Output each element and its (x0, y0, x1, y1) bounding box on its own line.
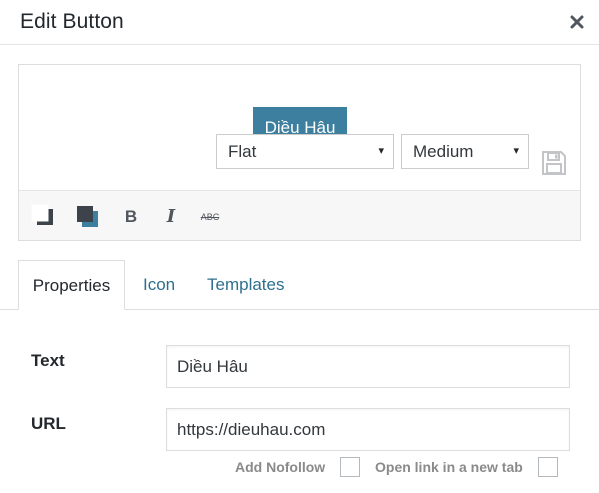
text-field-label: Text (31, 351, 65, 370)
new-tab-checkbox[interactable] (538, 457, 558, 477)
nofollow-checkbox[interactable] (340, 457, 360, 477)
tab-icon[interactable]: Icon (143, 260, 175, 310)
chevron-down-icon: ▾ (378, 145, 384, 157)
url-field-label: URL (31, 414, 66, 433)
style-select-value: Flat (228, 142, 257, 161)
tab-templates[interactable]: Templates (207, 260, 284, 310)
nofollow-label: Add Nofollow (235, 459, 326, 475)
dialog-title: Edit Button (20, 10, 124, 33)
size-select[interactable]: Medium ▾ (401, 134, 529, 169)
bold-button[interactable]: B (122, 204, 140, 230)
text-color-swatch-icon[interactable] (31, 204, 57, 230)
url-input[interactable]: https://dieuhau.com (166, 408, 570, 451)
preview-stage: Diều Hâu (19, 65, 580, 191)
new-tab-label: Open link in a new tab (375, 459, 523, 475)
close-icon[interactable] (565, 10, 589, 34)
chevron-down-icon: ▾ (513, 145, 519, 157)
dialog-header: Edit Button (0, 0, 599, 45)
italic-button[interactable]: I (162, 204, 180, 230)
floppy-disk-icon[interactable] (540, 149, 568, 177)
background-color-swatch-icon[interactable] (74, 204, 100, 230)
format-toolbar: B I ABC (19, 191, 580, 240)
size-select-value: Medium (413, 142, 474, 161)
text-input[interactable]: Diều Hâu (166, 345, 570, 388)
style-select[interactable]: Flat ▾ (216, 134, 394, 169)
strikethrough-button[interactable]: ABC (199, 204, 221, 230)
tab-properties[interactable]: Properties (18, 260, 125, 310)
